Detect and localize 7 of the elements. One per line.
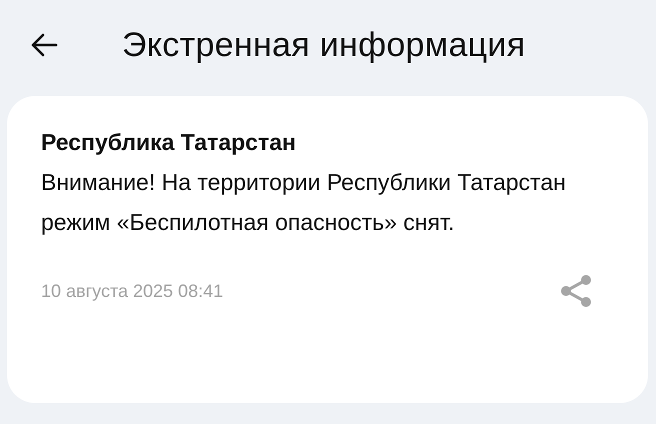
alert-region: Республика Татарстан xyxy=(41,128,297,157)
share-icon xyxy=(560,274,592,308)
alert-date: 10 августа 2025 08:41 xyxy=(41,280,224,302)
alert-message: Внимание! На территории Республики Татарстан режим «Беспилотная опасность» снят. xyxy=(41,168,567,237)
back-button[interactable] xyxy=(30,33,58,57)
page-title: Экстренная информация xyxy=(122,26,526,64)
back-arrow-icon xyxy=(30,33,58,57)
